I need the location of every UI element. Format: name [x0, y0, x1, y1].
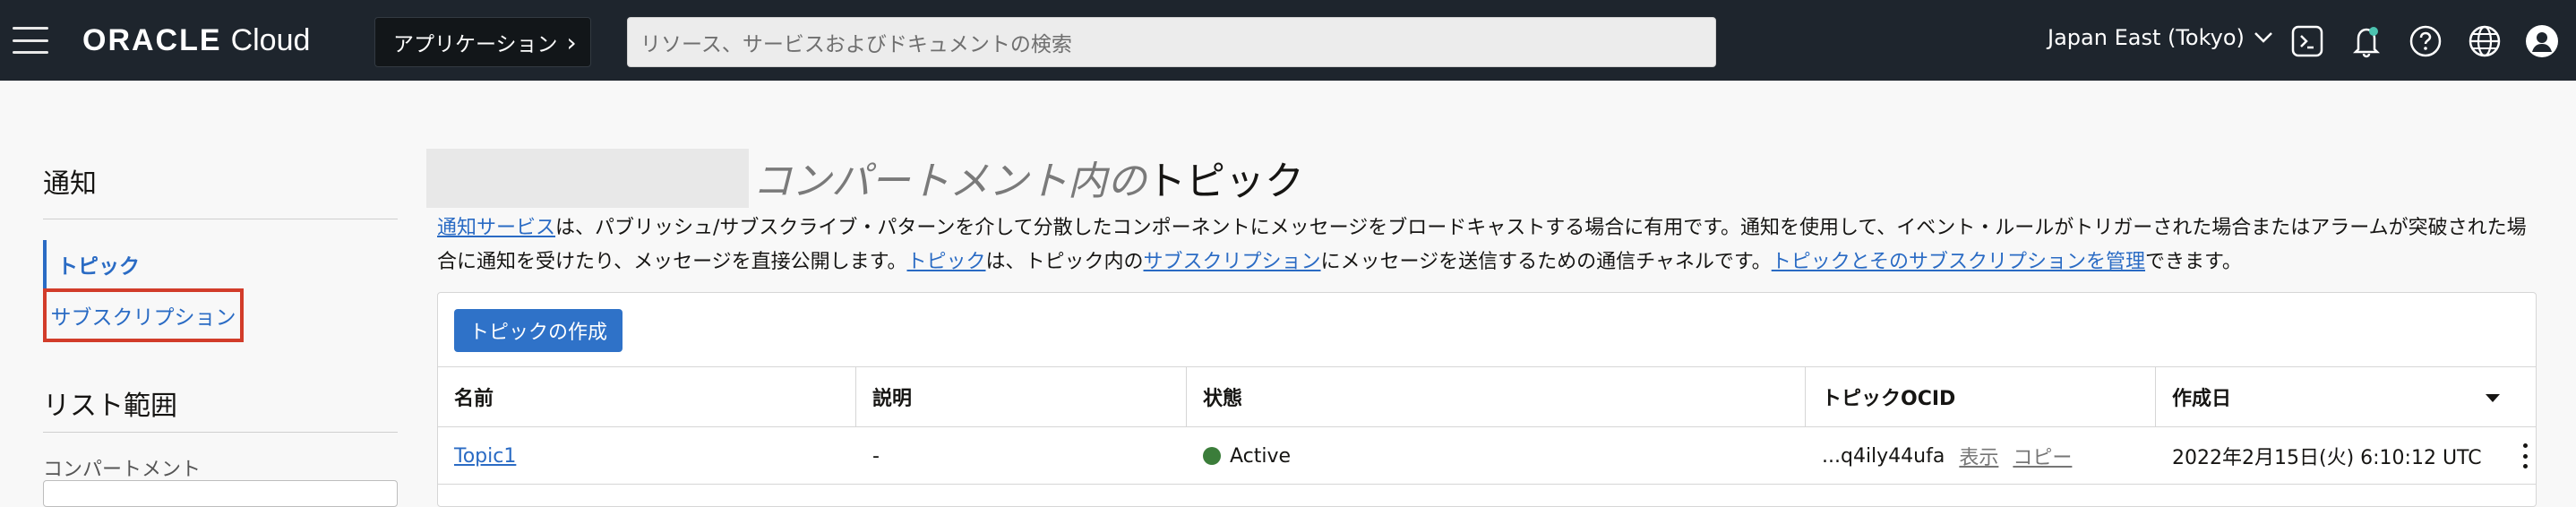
- sidebar-item-subscriptions[interactable]: サブスクリプション: [43, 288, 244, 342]
- applications-button[interactable]: アプリケーション ›: [374, 17, 591, 67]
- language-globe-icon[interactable]: [2467, 23, 2503, 59]
- created-date: 2022年2月15日(火) 6:10:12 UTC: [2172, 447, 2482, 469]
- region-selector[interactable]: Japan East (Tokyo): [2048, 25, 2273, 50]
- topics-panel: トピックの作成 名前 説明 状態 トピックOCID 作成日 Topic1 - A…: [437, 292, 2537, 507]
- sidebar-item-label: トピック: [57, 255, 140, 279]
- show-ocid-link[interactable]: 表示: [1959, 442, 1998, 470]
- cell-ocid: ...q4ily44ufa 表示 コピー: [1806, 427, 2156, 485]
- copy-ocid-link[interactable]: コピー: [2013, 442, 2072, 470]
- row-actions-kebab-icon[interactable]: [2521, 443, 2529, 468]
- sidebar-title: 通知: [43, 168, 97, 200]
- compartment-label: コンパートメント: [43, 459, 202, 481]
- desc-text-4: できます。: [2145, 251, 2242, 273]
- list-scope-title: リスト範囲: [43, 391, 177, 422]
- cell-created: 2022年2月15日(火) 6:10:12 UTC: [2156, 427, 2536, 485]
- top-navigation-bar: ORACLE Cloud アプリケーション › リソース、サービスおよびドキュメ…: [0, 0, 2576, 81]
- sidebar-item-label: サブスクリプション: [50, 306, 236, 330]
- compartment-select[interactable]: [43, 480, 398, 507]
- notification-service-link[interactable]: 通知サービス: [437, 217, 555, 239]
- search-placeholder: リソース、サービスおよびドキュメントの検索: [640, 33, 1072, 56]
- column-header-description[interactable]: 説明: [856, 367, 1187, 426]
- sort-descending-icon[interactable]: [2486, 394, 2500, 402]
- sidebar-divider: [43, 432, 398, 433]
- oracle-cloud-logo[interactable]: ORACLE Cloud: [82, 23, 310, 58]
- hamburger-menu-icon[interactable]: [13, 27, 48, 54]
- notifications-bell-icon[interactable]: [2348, 23, 2384, 59]
- topic-link[interactable]: トピック: [906, 251, 985, 273]
- create-topic-button[interactable]: トピックの作成: [454, 309, 623, 352]
- cell-name: Topic1: [438, 427, 856, 485]
- page-title-prefix: コンパートメント内の: [752, 159, 1146, 204]
- column-header-ocid[interactable]: トピックOCID: [1806, 367, 2156, 426]
- topic-name-link[interactable]: Topic1: [454, 445, 516, 468]
- logo-brand: ORACLE: [82, 23, 222, 57]
- ocid-value: ...q4ily44ufa: [1822, 444, 1945, 468]
- column-header-name[interactable]: 名前: [438, 367, 856, 426]
- cell-state: Active: [1187, 427, 1806, 485]
- column-header-created-label: 作成日: [2172, 388, 2232, 410]
- help-icon[interactable]: [2408, 23, 2443, 59]
- status-label: Active: [1230, 444, 1292, 468]
- manage-topics-link[interactable]: トピックとそのサブスクリプションを管理: [1772, 251, 2145, 273]
- chevron-down-icon: [2254, 32, 2272, 43]
- user-profile-icon[interactable]: [2524, 23, 2560, 59]
- region-label: Japan East (Tokyo): [2048, 25, 2245, 50]
- status-active-dot-icon: [1203, 447, 1221, 465]
- column-header-created[interactable]: 作成日: [2156, 367, 2536, 426]
- cloud-shell-icon[interactable]: [2289, 23, 2325, 59]
- subscription-link[interactable]: サブスクリプション: [1144, 251, 1321, 273]
- page-description: 通知サービスは、パブリッシュ/サブスクライブ・パターンを介して分散したコンポーネ…: [437, 211, 2533, 279]
- page-title-main: トピック: [1146, 159, 1304, 204]
- table-row: Topic1 - Active ...q4ily44ufa 表示 コピー 202…: [438, 427, 2536, 485]
- chevron-right-icon: ›: [566, 27, 577, 57]
- page-title: コンパートメント内のトピック: [752, 149, 1304, 206]
- redacted-compartment-name: [426, 149, 749, 208]
- desc-text-3: にメッセージを送信するための通信チャネルです。: [1320, 251, 1772, 273]
- cell-description: -: [872, 444, 880, 468]
- logo-sub: Cloud: [230, 23, 311, 57]
- column-header-state[interactable]: 状態: [1187, 367, 1806, 426]
- table-header: 名前 説明 状態 トピックOCID 作成日: [438, 366, 2536, 427]
- applications-label: アプリケーション: [393, 33, 558, 56]
- desc-text-2: は、トピック内の: [985, 251, 1144, 273]
- search-input[interactable]: リソース、サービスおよびドキュメントの検索: [627, 17, 1716, 67]
- sidebar-item-topics[interactable]: トピック: [43, 240, 140, 288]
